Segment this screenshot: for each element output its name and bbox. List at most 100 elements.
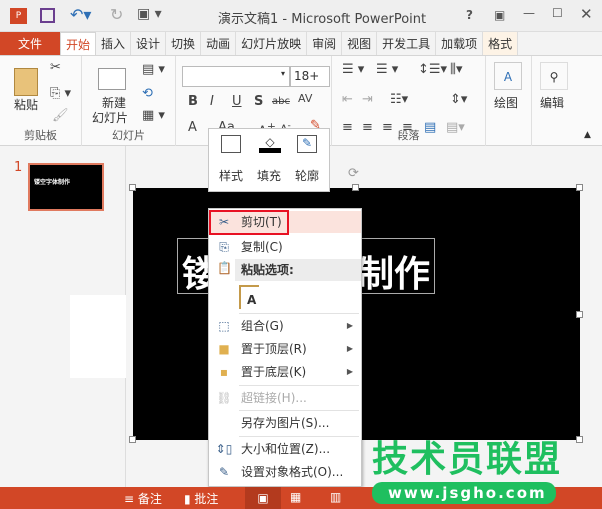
minimize-button[interactable]: — xyxy=(523,6,535,20)
reading-view-button[interactable]: ▥ xyxy=(330,490,341,504)
paste-options-label: 粘贴选项: xyxy=(241,263,294,277)
slides-label: 幻灯片 xyxy=(112,129,145,142)
resize-handle[interactable] xyxy=(352,184,359,191)
menu-item-size-position[interactable]: ⇕▯ 大小和位置(Z)... xyxy=(209,438,361,460)
bring-front-label: 置于顶层(R) xyxy=(241,342,307,356)
tab-home[interactable]: 开始 xyxy=(60,32,97,55)
tab-animations[interactable]: 动画 xyxy=(201,32,237,55)
bring-front-icon: ■ xyxy=(218,342,230,356)
menu-item-bring-to-front[interactable]: ■ 置于顶层(R) ▶ xyxy=(209,338,361,360)
collapse-ribbon-icon[interactable]: ▲ xyxy=(584,130,591,140)
font-size-select[interactable]: 18+ xyxy=(290,66,330,87)
slideshow-icon[interactable]: ▣ ▾ xyxy=(137,6,162,22)
font-name-select[interactable]: ▾ xyxy=(182,66,290,87)
help-button[interactable]: ? xyxy=(466,8,473,22)
section-icon[interactable]: ▦ ▾ xyxy=(142,108,165,123)
outline-label[interactable]: 轮廓 xyxy=(295,167,319,184)
clipboard-group: 粘贴 ✂ ⎘ ▾ 🖌 剪贴板 xyxy=(0,56,82,146)
find-icon[interactable]: ⚲ xyxy=(540,62,568,90)
rotate-handle-icon[interactable]: ⟳ xyxy=(348,166,359,181)
slide-sorter-button[interactable]: ▦ xyxy=(290,490,301,504)
font-color-button[interactable]: A xyxy=(188,120,197,135)
notes-label: 备注 xyxy=(137,492,162,506)
underline-button[interactable]: U xyxy=(232,94,242,109)
tab-review[interactable]: 审阅 xyxy=(307,32,343,55)
tab-format[interactable]: 格式 xyxy=(483,32,519,55)
resize-handle[interactable] xyxy=(576,184,583,191)
outline-icon[interactable]: ✎ xyxy=(297,135,317,153)
strikethrough-button[interactable]: abc xyxy=(272,96,290,107)
style-label[interactable]: 样式 xyxy=(219,167,243,184)
copy-icon[interactable]: ⎘ ▾ xyxy=(50,86,71,101)
fill-label[interactable]: 填充 xyxy=(257,167,281,184)
menu-item-format-object[interactable]: ✎ 设置对象格式(O)... xyxy=(209,461,361,483)
draw-button[interactable]: 绘图 xyxy=(494,94,518,111)
resize-handle[interactable] xyxy=(129,184,136,191)
context-menu: ✂ 剪切(T) ⎘ 复制(C) 粘贴选项: 📋 A ⬚ 组合(G) ▶ ■ 置于… xyxy=(208,208,362,487)
ribbon-display-icon[interactable]: ▣ xyxy=(494,8,505,22)
fill-icon[interactable]: ◇ xyxy=(259,135,281,153)
bold-button[interactable]: B xyxy=(188,94,198,109)
menu-item-save-as-picture[interactable]: 另存为图片(S)... xyxy=(209,412,361,434)
paste-icon[interactable] xyxy=(14,68,38,96)
resize-handle[interactable] xyxy=(576,436,583,443)
redo-icon[interactable]: ↻ xyxy=(110,5,123,24)
tab-file[interactable]: 文件 xyxy=(0,32,60,55)
italic-button[interactable]: I xyxy=(210,94,214,109)
clipboard-label: 剪贴板 xyxy=(24,129,57,142)
resize-handle[interactable] xyxy=(129,436,136,443)
maximize-button[interactable]: ☐ xyxy=(552,6,563,20)
size-position-icon: ⇕▯ xyxy=(215,442,233,456)
format-object-label: 设置对象格式(O)... xyxy=(241,465,344,479)
bullets-icon[interactable]: ☰ ▾ xyxy=(342,62,364,77)
slide-thumbnail[interactable]: 镂空字体制作 xyxy=(28,163,104,211)
save-as-picture-label: 另存为图片(S)... xyxy=(241,416,330,430)
menu-item-group[interactable]: ⬚ 组合(G) ▶ xyxy=(209,315,361,337)
menu-item-send-to-back[interactable]: ▪ 置于底层(K) ▶ xyxy=(209,361,361,383)
format-painter-icon[interactable]: 🖌 xyxy=(52,108,69,123)
edit-button[interactable]: 编辑 xyxy=(540,94,564,111)
save-icon[interactable] xyxy=(40,8,55,23)
char-spacing-button[interactable]: AV xyxy=(298,92,312,105)
text-direction-icon[interactable]: ⫼▾ xyxy=(450,62,463,77)
watermark-url: www.jsgho.com xyxy=(372,482,556,504)
paragraph-group: ☰ ▾ ☰ ▾ ↕☰▾ ⫼▾ ⇤ ⇥ ☷▾ ⇕▾ ≡ ≡ ≡ ≡ ▤ ▤▾ 段落 xyxy=(332,56,486,146)
tab-addins[interactable]: 加载项 xyxy=(436,32,484,55)
decrease-indent-icon[interactable]: ⇤ xyxy=(342,92,353,107)
close-button[interactable]: ✕ xyxy=(580,5,593,23)
align-text-icon[interactable]: ⇕▾ xyxy=(450,92,467,107)
tab-transitions[interactable]: 切换 xyxy=(166,32,202,55)
title-bar: P ↶▾ ↻ ▣ ▾ 演示文稿1 - Microsoft PowerPoint … xyxy=(0,0,602,32)
shadow-button[interactable]: S xyxy=(254,94,263,109)
comments-button[interactable]: ▮ 批注 xyxy=(184,490,218,507)
paste-options-header: 粘贴选项: xyxy=(235,259,361,281)
cut-icon[interactable]: ✂ xyxy=(50,60,61,75)
paste-keep-text-button[interactable]: A xyxy=(239,285,259,309)
tab-insert[interactable]: 插入 xyxy=(96,32,132,55)
hyperlink-label: 超链接(H)... xyxy=(241,391,307,405)
tab-design[interactable]: 设计 xyxy=(131,32,167,55)
resize-handle[interactable] xyxy=(576,311,583,318)
reset-icon[interactable]: ⟲ xyxy=(142,86,153,101)
ribbon-tabs: 文件 开始 插入 设计 切换 动画 幻灯片放映 审阅 视图 开发工具 加载项 格… xyxy=(0,32,602,56)
normal-view-button[interactable]: ▣ xyxy=(245,487,281,509)
notes-button[interactable]: ≡ 备注 xyxy=(124,490,162,507)
draw-shapes-icon[interactable]: A xyxy=(494,62,522,90)
numbering-icon[interactable]: ☰ ▾ xyxy=(376,62,398,77)
new-slide-label-2[interactable]: 幻灯片 xyxy=(92,109,128,126)
increase-indent-icon[interactable]: ⇥ xyxy=(362,92,373,107)
menu-item-copy[interactable]: ⎘ 复制(C) xyxy=(209,236,361,258)
undo-icon[interactable]: ↶▾ xyxy=(70,5,91,24)
columns-icon[interactable]: ☷▾ xyxy=(390,92,408,107)
paste-clipboard-icon: 📋 xyxy=(217,261,232,275)
paste-keep-text-icon: A xyxy=(247,293,257,307)
copy-icon: ⎘ xyxy=(219,240,229,254)
new-slide-icon[interactable] xyxy=(98,68,126,90)
line-spacing-icon[interactable]: ↕☰▾ xyxy=(418,62,447,77)
paste-button[interactable]: 粘贴 xyxy=(14,96,38,113)
tab-developer[interactable]: 开发工具 xyxy=(377,32,437,55)
tab-slideshow[interactable]: 幻灯片放映 xyxy=(236,32,308,55)
layout-icon[interactable]: ▤ ▾ xyxy=(142,62,165,77)
tab-view[interactable]: 视图 xyxy=(342,32,378,55)
style-icon[interactable] xyxy=(221,135,241,153)
